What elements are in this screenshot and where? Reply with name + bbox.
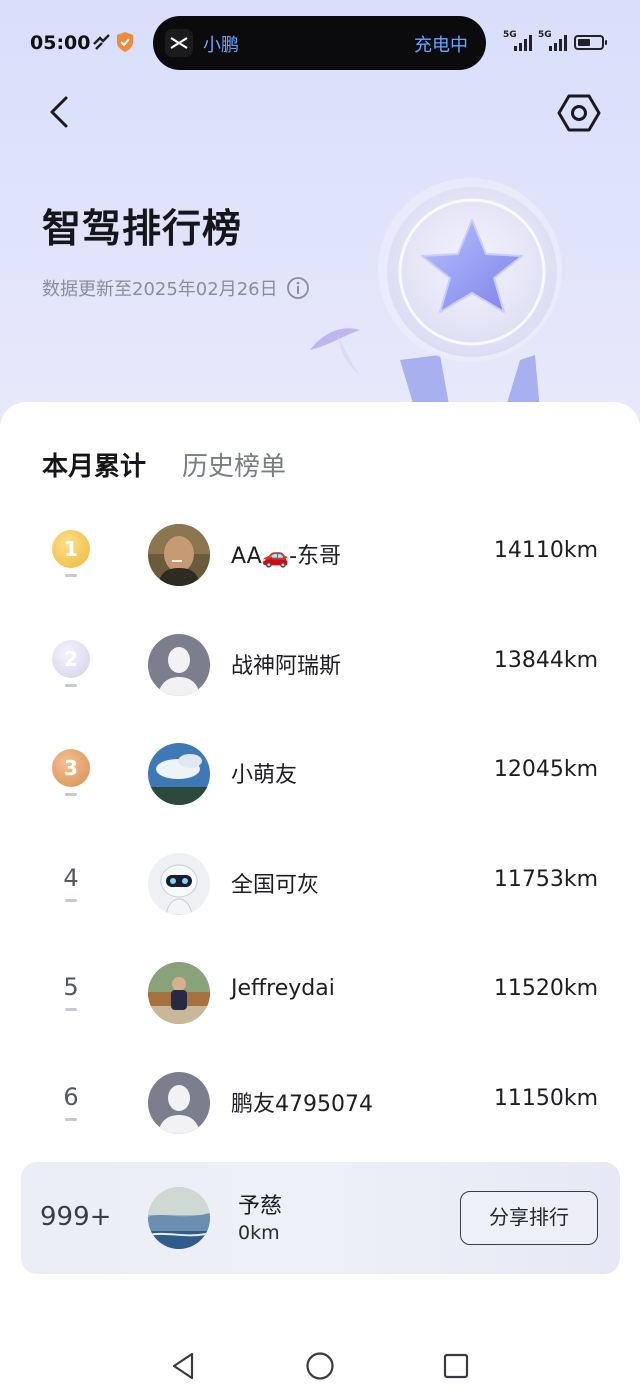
avatar[interactable]	[148, 962, 210, 1024]
update-date-text: 数据更新至2025年02月26日	[42, 279, 278, 300]
nav-recents-icon[interactable]	[440, 1350, 472, 1382]
rank-row[interactable]: 5 Jeffreydai 11520km	[0, 934, 640, 1044]
xpeng-logo-icon	[165, 29, 193, 57]
rank-row[interactable]: 6 鹏友4795074 11150km	[0, 1044, 640, 1154]
signal-icon	[514, 35, 532, 51]
medal-star-illustration	[310, 178, 562, 410]
rank-row[interactable]: 4 全国可灰 11753km	[0, 825, 640, 935]
username: 战神阿瑞斯	[231, 653, 342, 679]
rank-indicator: 5	[46, 968, 96, 1024]
dynamic-island[interactable]: 小鹏 充电中	[153, 16, 486, 70]
island-charging-status: 充电中	[414, 35, 468, 56]
settings-hexagon-icon[interactable]	[556, 90, 602, 136]
rank-trend-dash	[65, 898, 77, 902]
rank-indicator: 1	[46, 530, 96, 586]
tab-history[interactable]: 历史榜单	[182, 446, 286, 483]
system-nav-bar	[0, 1330, 640, 1400]
username: 全国可灰	[231, 872, 320, 898]
island-app-name: 小鹏	[203, 35, 239, 56]
avatar[interactable]	[148, 743, 210, 805]
back-arrow-icon[interactable]	[40, 92, 80, 132]
rank-row[interactable]: 1 AA🚗-东哥 14110km	[0, 496, 640, 606]
distance: 12045km	[493, 757, 598, 782]
share-ranking-button[interactable]: 分享排行	[460, 1191, 598, 1245]
username: 鹏友4795074	[231, 1091, 373, 1117]
distance: 14110km	[493, 538, 598, 563]
update-info: 数据更新至2025年02月26日	[42, 275, 310, 301]
distance: 13844km	[493, 647, 598, 673]
signal-icon-2	[549, 35, 567, 51]
avatar[interactable]	[148, 524, 210, 586]
username: 小萌友	[231, 763, 298, 788]
bronze-medal-icon: 3	[52, 749, 90, 787]
rank-row[interactable]: 3 小萌友 12045km	[0, 715, 640, 825]
rank-trend-dash	[65, 683, 77, 687]
my-avatar[interactable]	[148, 1187, 210, 1249]
rank-indicator: 2	[46, 639, 96, 696]
shield-icon	[117, 32, 133, 52]
rank-row[interactable]: 2 战神阿瑞斯 13844km	[0, 606, 640, 716]
username: Jeffreydai	[231, 976, 335, 1001]
username: AA🚗-东哥	[231, 544, 342, 569]
distance: 11753km	[493, 866, 598, 892]
rank-trend-dash	[65, 1008, 77, 1011]
nav-back-icon[interactable]	[168, 1350, 200, 1382]
tab-bar: 本月累计 历史榜单	[42, 446, 286, 483]
my-username: 予慈	[238, 1194, 283, 1219]
nav-home-icon[interactable]	[304, 1350, 336, 1382]
avatar[interactable]	[148, 852, 210, 915]
tab-monthly[interactable]: 本月累计	[42, 446, 146, 483]
gold-medal-icon: 1	[52, 530, 90, 568]
distance: 11150km	[493, 1085, 598, 1111]
rank-trend-dash	[65, 793, 77, 796]
my-rank-bar: 999+ 予慈 0km 分享排行	[21, 1162, 620, 1274]
rank-number: 4	[63, 863, 79, 892]
distance: 11520km	[493, 976, 598, 1001]
rank-indicator: 6	[46, 1078, 96, 1134]
status-time: 05:00	[30, 32, 91, 54]
rank-number: 5	[63, 973, 79, 1001]
page-title: 智驾排行榜	[42, 207, 243, 252]
silver-medal-icon: 2	[52, 639, 90, 678]
avatar[interactable]	[148, 1071, 210, 1134]
header-banner: 05:00 小鹏 充电中 5G 5G 智驾排行榜 数据更新至2025年02月26…	[0, 0, 640, 430]
rank-number: 6	[63, 1082, 79, 1111]
rank-indicator: 3	[46, 749, 96, 805]
rank-trend-dash	[65, 1117, 77, 1121]
battery-icon	[574, 35, 607, 50]
vpn-icon	[93, 34, 110, 50]
rank-list: 1 AA🚗-东哥 14110km 2 战神阿瑞斯 13844km 3 小萌友 1…	[0, 496, 640, 1153]
rank-trend-dash	[65, 574, 77, 577]
rank-indicator: 4	[46, 859, 96, 915]
my-rank-position: 999+	[40, 1202, 112, 1232]
my-distance: 0km	[238, 1222, 280, 1244]
leaderboard-card: 本月累计 历史榜单 1 AA🚗-东哥 14110km 2 战神阿瑞斯 13844…	[0, 402, 640, 1400]
status-bar: 05:00 小鹏 充电中 5G 5G	[0, 16, 640, 70]
avatar[interactable]	[148, 633, 210, 696]
